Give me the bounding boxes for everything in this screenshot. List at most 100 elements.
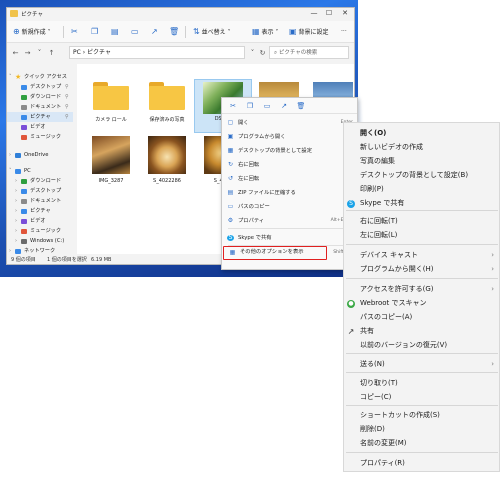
context-item[interactable]: ▭ パスのコピー — [222, 201, 357, 213]
sidebar-item[interactable]: ˅ PC — [7, 166, 73, 176]
context-item[interactable]: ▤ ZIP ファイルに圧縮する — [222, 187, 357, 199]
context-item[interactable]: アクセスを許可する(G) › — [344, 283, 499, 296]
share-icon[interactable]: ↗ — [151, 24, 158, 40]
delete-icon[interactable]: 🗑 — [295, 101, 307, 112]
copy-icon[interactable]: ❐ — [91, 24, 98, 40]
sidebar-item-label: ドキュメント — [30, 198, 62, 204]
context-item-label: 名前の変更(M) — [360, 439, 407, 447]
context-item[interactable]: 送る(N) › — [344, 358, 499, 371]
address-dropdown-icon[interactable]: ˅ — [248, 47, 257, 59]
chevron-right-icon[interactable]: › — [15, 216, 17, 226]
sidebar-item[interactable]: ドキュメント ⚲ — [7, 102, 73, 112]
chevron-right-icon[interactable]: › — [15, 186, 17, 196]
new-button[interactable]: ⊕ 新規作成 ˅ — [13, 24, 51, 40]
context-item[interactable]: ▣ プログラムから開く — [222, 131, 357, 143]
chevron-right-icon[interactable]: › — [15, 226, 17, 236]
rename-icon[interactable]: ▭ — [261, 101, 273, 112]
context-item[interactable]: ↺ 左に回転 — [222, 173, 357, 185]
refresh-icon[interactable]: ↻ — [258, 47, 267, 59]
sidebar-item[interactable]: › ダウンロード — [7, 176, 73, 186]
chevron-down-icon[interactable]: ˅ — [9, 72, 12, 82]
context-item[interactable]: 開く(O) — [344, 127, 499, 140]
context-item[interactable]: コピー(C) — [344, 391, 499, 404]
context-item[interactable]: 名前の変更(M) — [344, 437, 499, 450]
file-item[interactable]: 保存済みの写真 — [139, 80, 195, 132]
chevron-right-icon[interactable]: › — [15, 176, 17, 186]
sidebar-item[interactable]: › デスクトップ — [7, 186, 73, 196]
context-item[interactable]: S Skype で共有 — [222, 232, 357, 244]
sidebar-item[interactable]: ダウンロード ⚲ — [7, 92, 73, 102]
title-bar[interactable]: ピクチャ — ☐ ✕ — [7, 8, 354, 19]
context-item[interactable]: S Skype で共有 — [344, 197, 499, 210]
recent-chevron-icon[interactable]: ˅ — [35, 47, 44, 59]
context-item[interactable]: 右に回転(T) — [344, 215, 499, 228]
copy-icon[interactable]: ❐ — [244, 101, 256, 112]
context-item[interactable]: 新しいビデオの作成 — [344, 141, 499, 154]
wallpaper-label: 背景に設定 — [298, 29, 329, 36]
context-item[interactable]: プログラムから開く(H) › — [344, 263, 499, 276]
view-button[interactable]: ▦ 表示 ˅ — [252, 24, 278, 40]
context-item[interactable]: ▦その他のオプションを表示Shift+F10 — [223, 246, 356, 260]
context-item[interactable]: 印刷(P) — [344, 183, 499, 196]
file-item[interactable]: カメラ ロール — [83, 80, 139, 132]
sidebar-item[interactable]: › Windows (C:) — [7, 236, 73, 246]
cut-icon[interactable]: ✂ — [71, 24, 78, 40]
paste-icon[interactable]: ▤ — [111, 24, 119, 40]
back-icon[interactable]: ← — [11, 47, 20, 59]
context-item[interactable]: ▦ デスクトップの背景として設定 — [222, 145, 357, 157]
sidebar-item[interactable]: › OneDrive — [7, 150, 73, 160]
chevron-right-icon[interactable]: › — [15, 236, 17, 246]
context-item[interactable]: 削除(D) — [344, 423, 499, 436]
share-icon[interactable]: ↗ — [278, 101, 290, 112]
menu-divider — [346, 210, 498, 211]
sidebar-item[interactable]: › ミュージック — [7, 226, 73, 236]
context-item[interactable]: デバイス キャスト › — [344, 249, 499, 262]
chevron-down-icon[interactable]: ˅ — [9, 166, 12, 176]
context-item[interactable]: 左に回転(L) — [344, 229, 499, 242]
sidebar-item[interactable]: ビデオ — [7, 122, 73, 132]
context-item[interactable]: 切り取り(T) — [344, 377, 499, 390]
forward-icon[interactable]: → — [23, 47, 32, 59]
sidebar-item[interactable]: ˅ ★ クイック アクセス — [7, 72, 73, 82]
context-item[interactable]: ↻ 右に回転 — [222, 159, 357, 171]
context-item[interactable]: ▢開くEnter — [222, 117, 357, 129]
context-item[interactable]: ↗ 共有 — [344, 325, 499, 338]
more-button[interactable]: ··· — [341, 24, 347, 40]
sort-button[interactable]: ⇅ 並べ替え ˅ — [193, 24, 231, 40]
file-item[interactable]: S_4022286 — [139, 136, 195, 188]
context-item[interactable]: 以前のバージョンの復元(V) — [344, 339, 499, 352]
context-item[interactable]: ● Webroot でスキャン — [344, 297, 499, 310]
context-item-label: プロパティ — [238, 218, 265, 224]
minimize-button[interactable]: — — [307, 8, 321, 19]
address-bar[interactable]: PC › ピクチャ — [69, 46, 245, 59]
context-item[interactable]: パスのコピー(A) — [344, 311, 499, 324]
up-icon[interactable]: ↑ — [47, 47, 56, 59]
search-box[interactable]: ⌕ ピクチャの検索 — [269, 46, 349, 59]
context-item[interactable]: 写真の編集 — [344, 155, 499, 168]
wallpaper-button[interactable]: ▣ 背景に設定 — [289, 24, 329, 40]
context-item[interactable]: ⚙ プロパティ Alt+Enter — [222, 215, 357, 227]
sidebar-item[interactable]: › ドキュメント — [7, 196, 73, 206]
chevron-right-icon: › — [491, 265, 494, 273]
context-item-label: 以前のバージョンの復元(V) — [360, 341, 448, 349]
sidebar-item[interactable]: › ピクチャ — [7, 206, 73, 216]
context-item[interactable]: ショートカットの作成(S) — [344, 409, 499, 422]
context-item[interactable]: プロパティ(R) — [344, 457, 499, 470]
sidebar-item[interactable]: ピクチャ ⚲ — [7, 112, 73, 122]
sidebar-item[interactable]: › ビデオ — [7, 216, 73, 226]
chevron-right-icon[interactable]: › — [15, 206, 17, 216]
rename-icon[interactable]: ▭ — [131, 24, 139, 40]
delete-icon[interactable]: 🗑 — [169, 24, 179, 40]
drive-icon — [21, 239, 27, 244]
sidebar-item[interactable]: ミュージック — [7, 132, 73, 142]
chevron-right-icon: › — [491, 285, 494, 293]
file-item[interactable]: IMG_3287 — [83, 136, 139, 188]
chevron-right-icon[interactable]: › — [15, 196, 17, 206]
maximize-button[interactable]: ☐ — [322, 8, 336, 19]
sidebar-item[interactable]: デスクトップ ⚲ — [7, 82, 73, 92]
new-label: 新規作成 — [21, 29, 46, 36]
cut-icon[interactable]: ✂ — [227, 101, 239, 112]
chevron-right-icon[interactable]: › — [9, 150, 11, 160]
close-button[interactable]: ✕ — [338, 8, 352, 19]
context-item[interactable]: デスクトップの背景として設定(B) — [344, 169, 499, 182]
